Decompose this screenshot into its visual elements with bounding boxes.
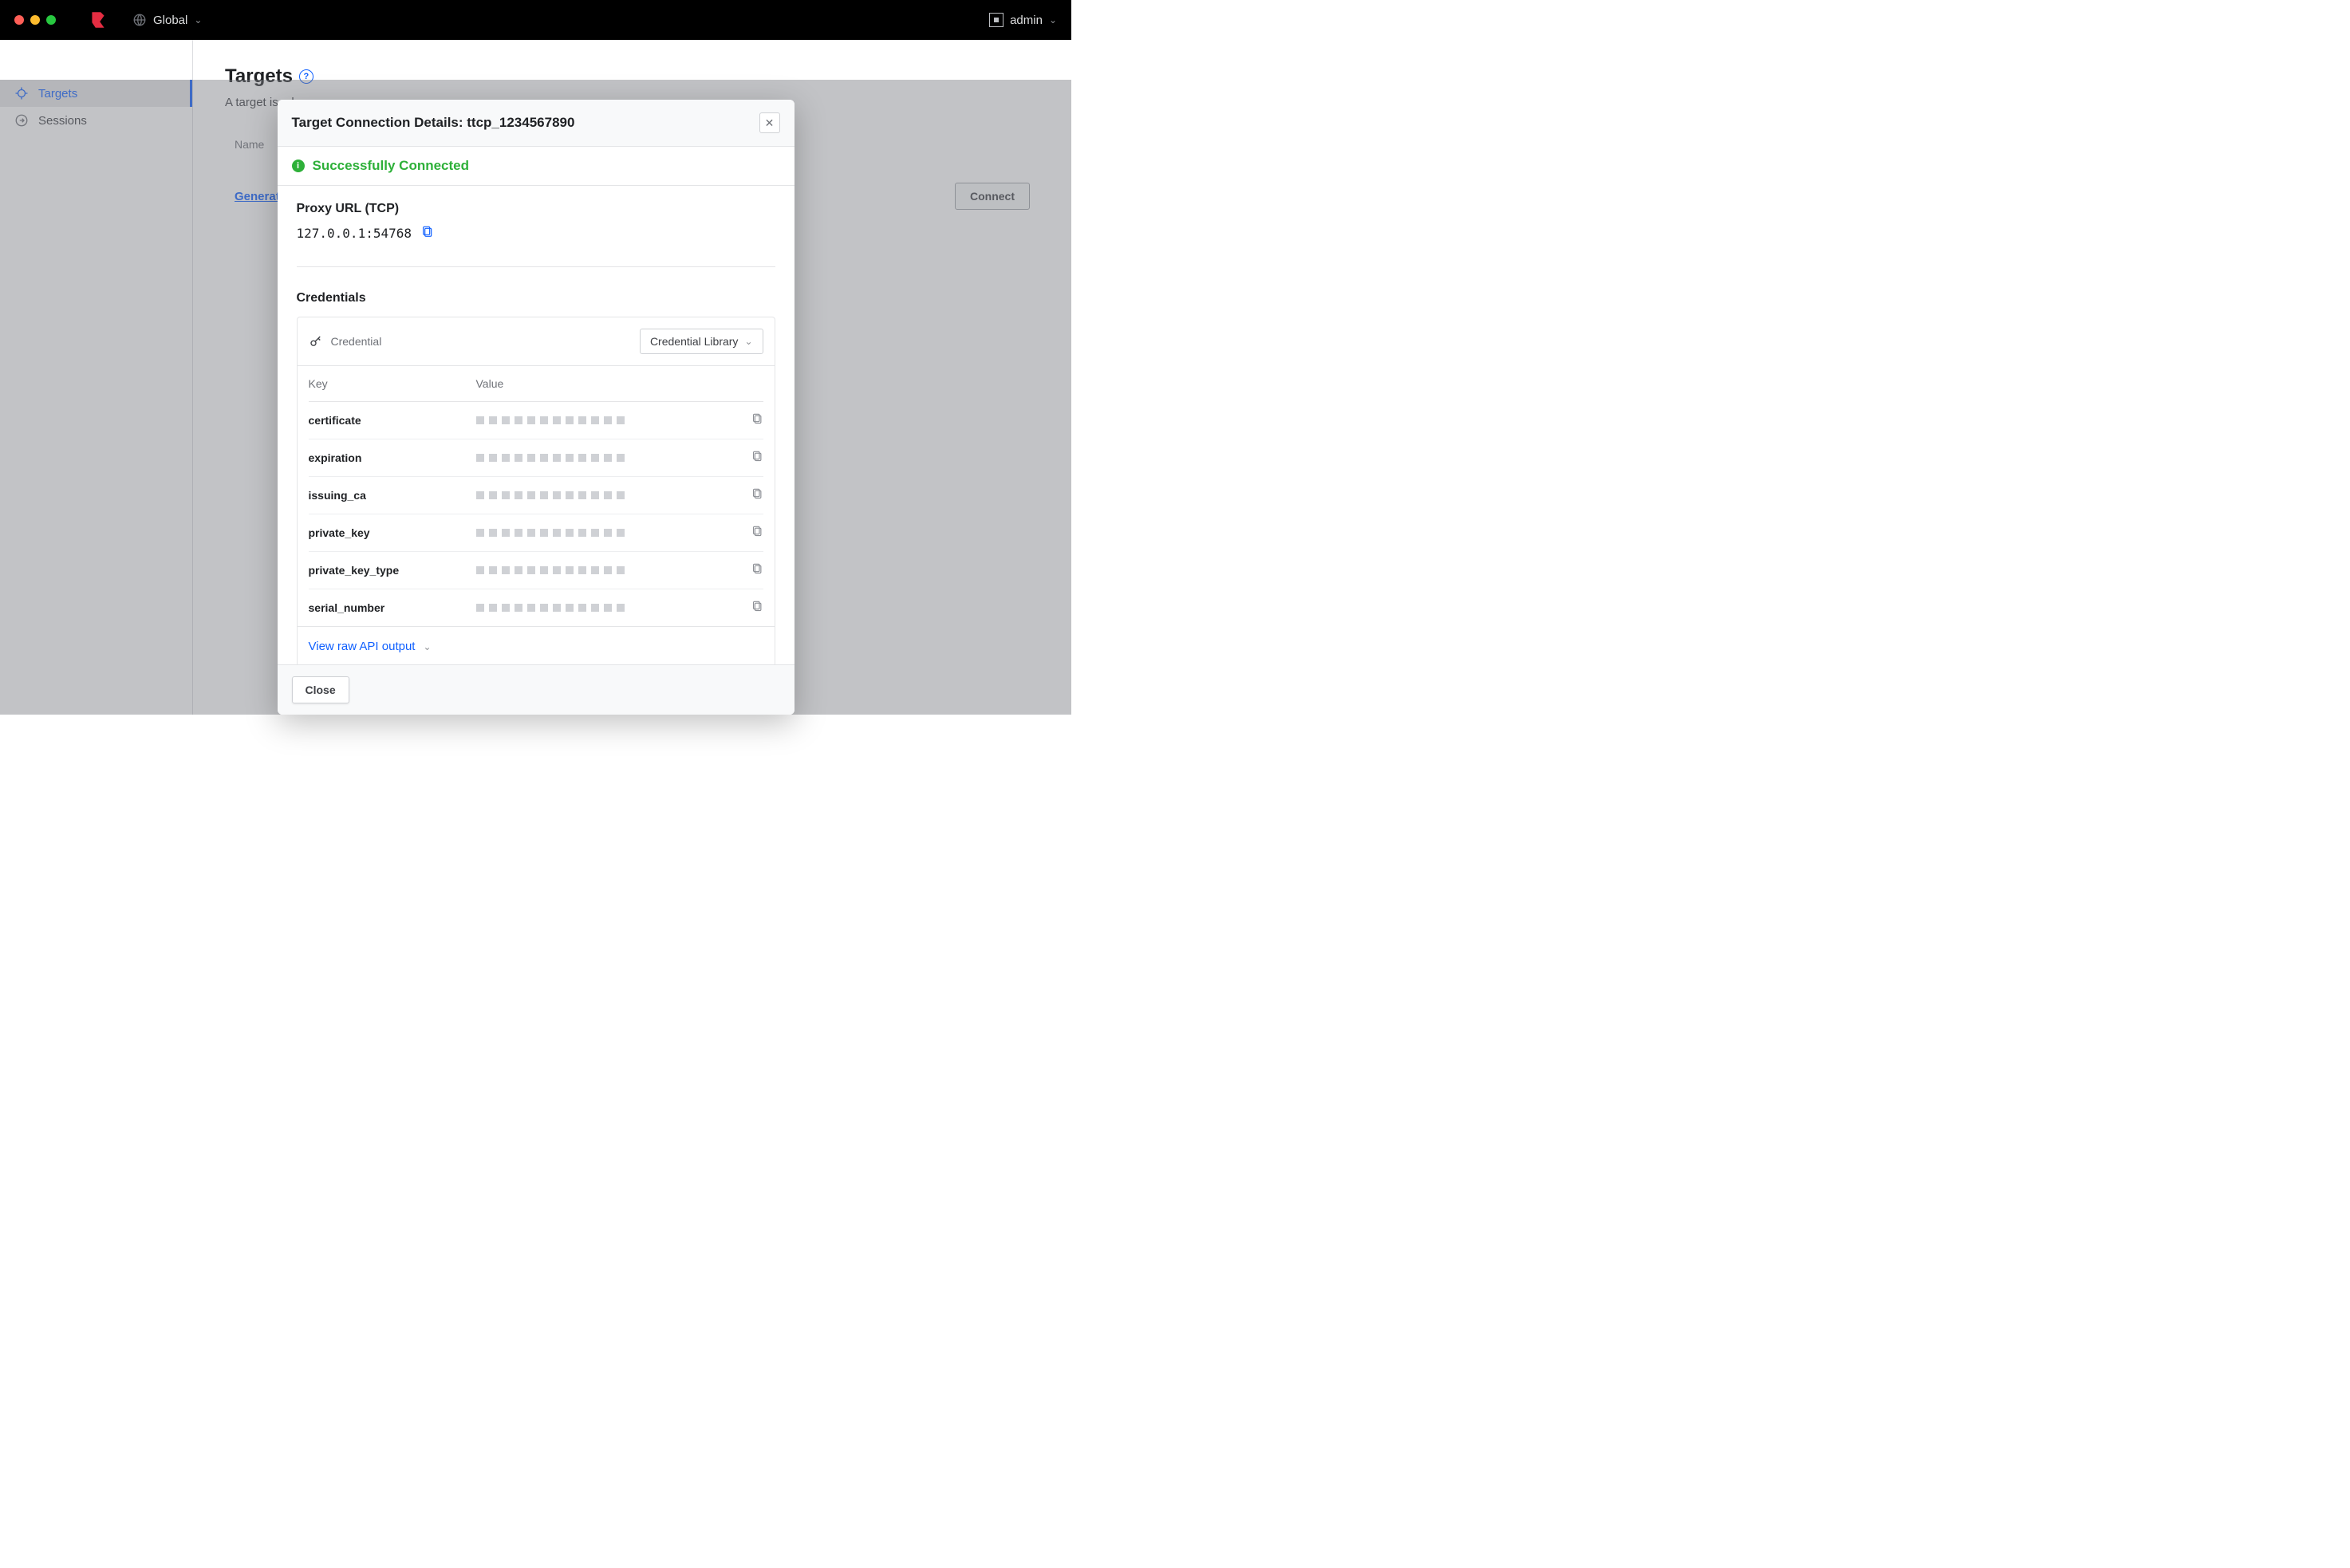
copy-credential-button[interactable]: [751, 451, 763, 465]
credentials-box: Credential Credential Library ⌄ Key Valu…: [297, 317, 775, 664]
credential-key: certificate: [309, 414, 476, 427]
globe-icon: [132, 13, 147, 27]
scope-label: Global: [153, 14, 187, 27]
credential-key: private_key: [309, 526, 476, 539]
credential-masked-value: [476, 416, 739, 424]
chevron-down-icon: ⌄: [1049, 14, 1057, 26]
credentials-title: Credentials: [297, 291, 775, 305]
clipboard-icon: [751, 413, 763, 425]
modal-body: Proxy URL (TCP) 127.0.0.1:54768 Credenti…: [278, 186, 795, 664]
avatar-icon: [989, 13, 1003, 27]
clipboard-icon: [751, 488, 763, 500]
user-label: admin: [1010, 14, 1043, 27]
credential-library-button[interactable]: Credential Library ⌄: [640, 329, 763, 354]
window-close-dot[interactable]: [14, 15, 24, 25]
modal-title: Target Connection Details: ttcp_12345678…: [292, 115, 575, 131]
copy-credential-button[interactable]: [751, 413, 763, 427]
credential-masked-value: [476, 491, 739, 499]
proxy-url-value: 127.0.0.1:54768: [297, 226, 412, 241]
credential-masked-value: [476, 529, 739, 537]
modal-close-button[interactable]: ✕: [759, 112, 780, 133]
credential-row: certificate: [309, 402, 763, 439]
proxy-url-row: 127.0.0.1:54768: [297, 224, 775, 242]
modal-overlay: Target Connection Details: ttcp_12345678…: [0, 80, 1071, 715]
credential-masked-value: [476, 454, 739, 462]
credential-key: issuing_ca: [309, 489, 476, 502]
credential-key: expiration: [309, 451, 476, 464]
credentials-footer: View raw API output ⌄: [298, 626, 775, 664]
clipboard-icon: [751, 563, 763, 575]
modal-title-target-id: ttcp_1234567890: [467, 115, 574, 130]
copy-credential-button[interactable]: [751, 601, 763, 615]
modal-header: Target Connection Details: ttcp_12345678…: [278, 100, 795, 147]
app-logo-icon: [88, 10, 108, 30]
modal-footer: Close: [278, 664, 795, 715]
credential-label: Credential: [309, 334, 382, 349]
credential-row: expiration: [309, 439, 763, 477]
credential-key: private_key_type: [309, 564, 476, 577]
close-button[interactable]: Close: [292, 676, 349, 703]
copy-credential-button[interactable]: [751, 526, 763, 540]
key-icon: [309, 334, 323, 349]
credentials-box-header: Credential Credential Library ⌄: [298, 317, 775, 366]
chevron-down-icon: ⌄: [194, 14, 202, 26]
credentials-table-header: Key Value: [309, 366, 763, 402]
copy-credential-button[interactable]: [751, 563, 763, 577]
credential-masked-value: [476, 604, 739, 612]
divider: [297, 266, 775, 267]
status-banner: i Successfully Connected: [278, 147, 795, 186]
success-icon: i: [292, 160, 305, 172]
column-header-value: Value: [476, 377, 739, 390]
column-header-key: Key: [309, 377, 476, 390]
credential-row: serial_number: [309, 589, 763, 626]
window-titlebar: Global ⌄ admin ⌄: [0, 0, 1071, 40]
credentials-table: Key Value certificate expiration issuing_c…: [298, 366, 775, 626]
credential-key: serial_number: [309, 601, 476, 614]
copy-proxy-url-button[interactable]: [420, 224, 436, 242]
chevron-down-icon: ⌄: [423, 641, 431, 652]
view-raw-api-button[interactable]: View raw API output ⌄: [309, 640, 432, 653]
clipboard-icon: [751, 451, 763, 463]
traffic-lights: [14, 15, 56, 25]
clipboard-icon: [751, 601, 763, 613]
status-text: Successfully Connected: [313, 158, 470, 174]
proxy-url-title: Proxy URL (TCP): [297, 202, 775, 216]
copy-credential-button[interactable]: [751, 488, 763, 502]
chevron-down-icon: ⌄: [744, 336, 752, 347]
clipboard-icon: [421, 226, 434, 238]
credential-label-text: Credential: [331, 335, 382, 348]
credential-library-label: Credential Library: [650, 335, 739, 348]
close-icon: ✕: [765, 116, 775, 130]
credential-row: private_key: [309, 514, 763, 552]
connection-details-modal: Target Connection Details: ttcp_12345678…: [278, 100, 795, 715]
credential-row: issuing_ca: [309, 477, 763, 514]
scope-selector[interactable]: Global ⌄: [132, 13, 202, 27]
view-raw-api-label: View raw API output: [309, 640, 416, 653]
credential-row: private_key_type: [309, 552, 763, 589]
window-maximize-dot[interactable]: [46, 15, 56, 25]
user-menu[interactable]: admin ⌄: [989, 13, 1057, 27]
modal-title-prefix: Target Connection Details:: [292, 115, 467, 130]
clipboard-icon: [751, 526, 763, 538]
credential-masked-value: [476, 566, 739, 574]
window-minimize-dot[interactable]: [30, 15, 40, 25]
